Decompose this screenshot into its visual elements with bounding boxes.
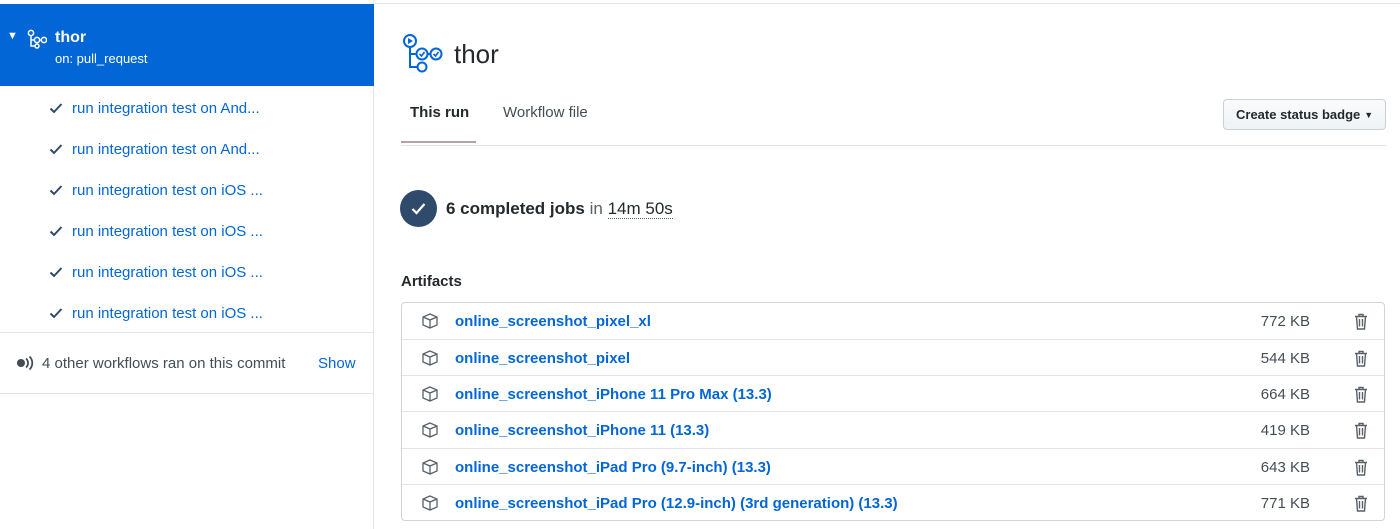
- caret-down-icon[interactable]: ▼: [7, 31, 18, 42]
- job-label: run integration test on iOS ...: [72, 305, 263, 322]
- check-icon: [49, 103, 63, 114]
- top-divider: [375, 3, 1400, 4]
- job-label: run integration test on iOS ...: [72, 182, 263, 199]
- workflow-icon: [403, 34, 443, 73]
- page-title: thor: [454, 39, 499, 69]
- run-summary: 6 completed jobs in 14m 50s: [446, 198, 673, 220]
- artifact-link[interactable]: online_screenshot_iPad Pro (12.9-inch) (…: [455, 494, 898, 513]
- artifact-size: 664 KB: [1260, 386, 1310, 403]
- artifact-link[interactable]: online_screenshot_iPad Pro (9.7-inch) (1…: [455, 458, 771, 477]
- trash-icon[interactable]: [1353, 422, 1369, 439]
- workflow-trigger: on: pull_request: [55, 51, 148, 66]
- package-icon: [422, 350, 438, 366]
- artifact-link[interactable]: online_screenshot_iPhone 11 Pro Max (13.…: [455, 385, 772, 404]
- create-status-badge-label: Create status badge: [1236, 107, 1361, 122]
- run-duration: 14m 50s: [607, 199, 673, 219]
- job-label: run integration test on And...: [72, 141, 260, 158]
- divider: [0, 393, 374, 394]
- job-label: run integration test on iOS ...: [72, 223, 263, 240]
- artifact-row: online_screenshot_iPhone 11 (13.3) 419 K…: [402, 411, 1384, 447]
- job-item[interactable]: run integration test on iOS ...: [0, 170, 374, 211]
- artifact-row: online_screenshot_iPad Pro (12.9-inch) (…: [402, 484, 1384, 520]
- package-icon: [422, 459, 438, 475]
- check-icon: [49, 226, 63, 237]
- create-status-badge-button[interactable]: Create status badge ▼: [1223, 99, 1386, 130]
- package-icon: [422, 422, 438, 438]
- artifact-row: online_screenshot_pixel 544 KB: [402, 339, 1384, 375]
- summary-in: in: [589, 199, 603, 218]
- tab-this-run[interactable]: This run: [410, 103, 469, 123]
- tabs-divider: [401, 145, 1386, 146]
- trash-icon[interactable]: [1353, 459, 1369, 476]
- artifacts-heading: Artifacts: [401, 273, 462, 290]
- completed-jobs-count: 6 completed jobs: [446, 199, 585, 218]
- artifact-link[interactable]: online_screenshot_pixel: [455, 349, 630, 368]
- check-icon: [49, 267, 63, 278]
- other-workflows: 4 other workflows ran on this commit Sho…: [0, 333, 374, 393]
- package-icon: [422, 386, 438, 402]
- artifact-row: online_screenshot_pixel_xl 772 KB: [402, 303, 1384, 339]
- caret-down-icon: ▼: [1364, 110, 1374, 120]
- workflow-item-selected[interactable]: ▼ thor on: pull_request: [0, 4, 374, 86]
- job-item[interactable]: run integration test on And...: [0, 129, 374, 170]
- job-label: run integration test on And...: [72, 100, 260, 117]
- show-other-workflows-link[interactable]: Show: [318, 354, 356, 373]
- artifact-row: online_screenshot_iPhone 11 Pro Max (13.…: [402, 375, 1384, 411]
- package-icon: [422, 313, 438, 329]
- trash-icon[interactable]: [1353, 350, 1369, 367]
- artifact-size: 772 KB: [1260, 313, 1310, 330]
- job-item[interactable]: run integration test on iOS ...: [0, 252, 374, 293]
- artifact-link[interactable]: online_screenshot_iPhone 11 (13.3): [455, 421, 709, 440]
- check-icon: [411, 203, 426, 215]
- trash-icon[interactable]: [1353, 495, 1369, 512]
- artifact-size: 643 KB: [1260, 459, 1310, 476]
- artifact-row: online_screenshot_iPad Pro (9.7-inch) (1…: [402, 448, 1384, 484]
- active-tab-indicator: [401, 141, 476, 143]
- job-item[interactable]: run integration test on iOS ...: [0, 293, 374, 334]
- broadcast-icon: [17, 355, 34, 371]
- artifact-size: 419 KB: [1260, 422, 1310, 439]
- other-workflows-text: 4 other workflows ran on this commit: [42, 355, 286, 372]
- sidebar: ▼ thor on: pull_request run integration …: [0, 0, 374, 529]
- trash-icon[interactable]: [1353, 313, 1369, 330]
- job-item[interactable]: run integration test on iOS ...: [0, 211, 374, 252]
- artifacts-list: online_screenshot_pixel_xl 772 KB online…: [401, 302, 1385, 521]
- check-icon: [49, 144, 63, 155]
- job-item[interactable]: run integration test on And...: [0, 88, 374, 129]
- success-status-icon: [400, 190, 437, 227]
- check-icon: [49, 308, 63, 319]
- artifact-link[interactable]: online_screenshot_pixel_xl: [455, 312, 651, 331]
- tab-workflow-file[interactable]: Workflow file: [503, 103, 588, 123]
- workflow-icon: [27, 29, 47, 49]
- artifact-size: 771 KB: [1260, 495, 1310, 512]
- job-label: run integration test on iOS ...: [72, 264, 263, 281]
- package-icon: [422, 495, 438, 511]
- trash-icon[interactable]: [1353, 386, 1369, 403]
- artifact-size: 544 KB: [1260, 350, 1310, 367]
- check-icon: [49, 185, 63, 196]
- workflow-name: thor: [55, 29, 87, 46]
